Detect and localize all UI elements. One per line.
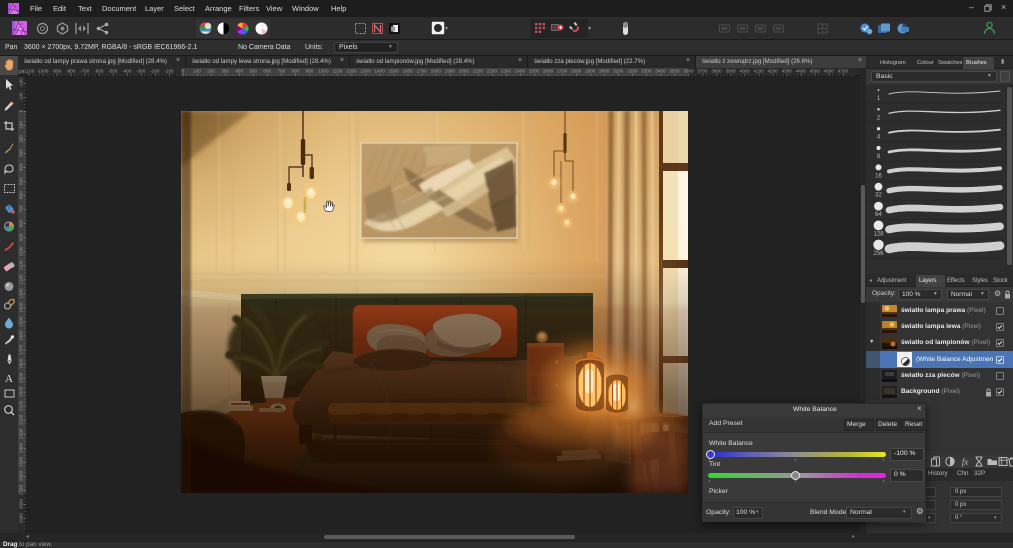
svg-text:4: 4 bbox=[877, 135, 881, 141]
svg-text:16: 16 bbox=[875, 173, 882, 179]
svg-text:128: 128 bbox=[873, 231, 884, 237]
svg-text:8: 8 bbox=[877, 154, 881, 160]
svg-text:1: 1 bbox=[877, 96, 881, 102]
svg-text:32: 32 bbox=[875, 193, 882, 199]
svg-text:fx: fx bbox=[962, 457, 969, 467]
svg-text:2: 2 bbox=[877, 115, 881, 121]
svg-text:64: 64 bbox=[875, 212, 882, 218]
svg-text:256: 256 bbox=[873, 251, 884, 257]
